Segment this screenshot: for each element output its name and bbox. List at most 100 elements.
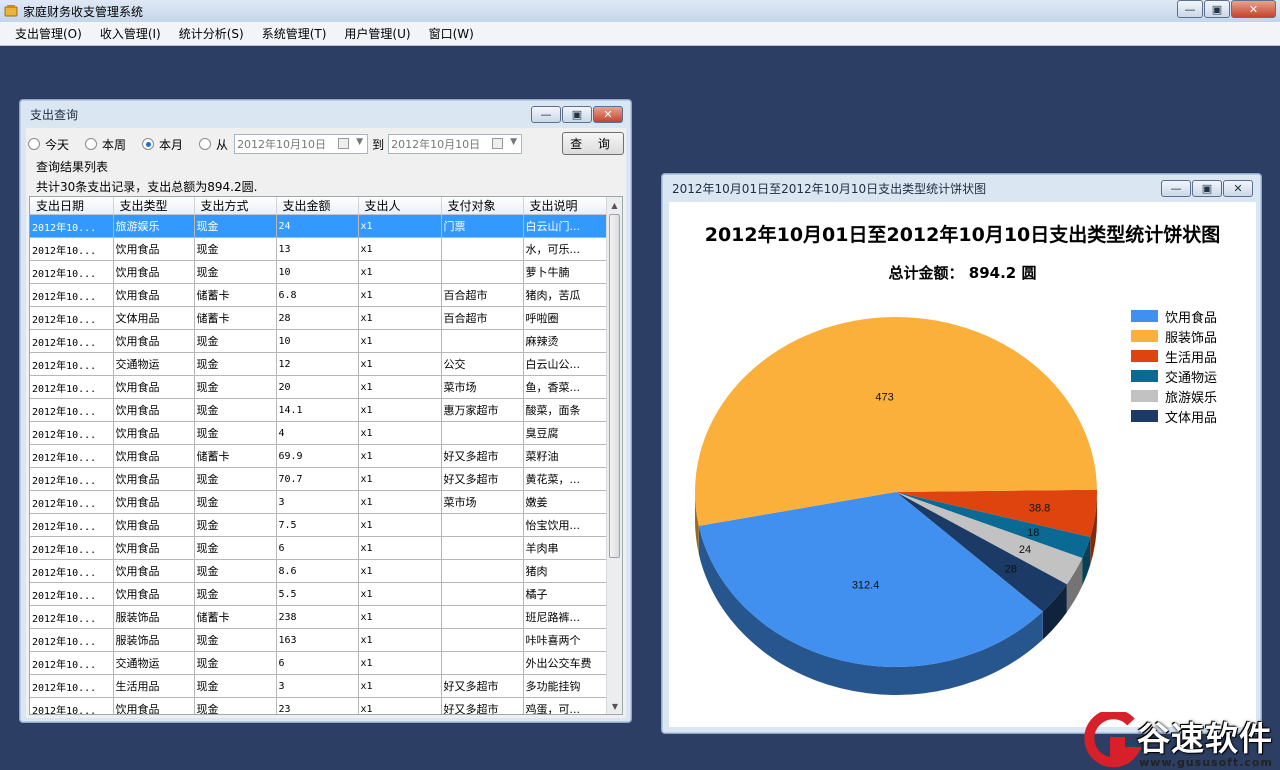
- table-cell: 服装饰品: [113, 605, 195, 629]
- table-cell: x1: [358, 536, 442, 560]
- close-icon[interactable]: ✕: [593, 106, 623, 123]
- table-row[interactable]: 2012年10... 饮用食品 现金 10 x1 麻辣烫: [30, 329, 609, 353]
- menu-statistics[interactable]: 统计分析(S): [170, 25, 253, 42]
- table-cell: 嫩姜: [523, 490, 609, 514]
- scroll-up-icon[interactable]: ▲: [607, 197, 622, 213]
- column-header[interactable]: 支出方式: [194, 197, 277, 215]
- table-cell: x1: [358, 237, 442, 261]
- column-header[interactable]: 支出日期: [30, 197, 114, 215]
- table-row[interactable]: 2012年10... 饮用食品 现金 6 x1 羊肉串: [30, 536, 609, 560]
- calendar-icon: [492, 138, 504, 149]
- table-row[interactable]: 2012年10... 饮用食品 现金 10 x1 萝卜牛腩: [30, 260, 609, 284]
- table-scrollbar[interactable]: ▲ ▼: [606, 197, 622, 714]
- table-cell: x1: [358, 421, 442, 445]
- menu-system[interactable]: 系统管理(T): [253, 25, 336, 42]
- table-row[interactable]: 2012年10... 交通物运 现金 6 x1 外出公交车费: [30, 651, 609, 675]
- minimize-icon[interactable]: —: [531, 106, 561, 123]
- table-row[interactable]: 2012年10... 饮用食品 现金 8.6 x1 猪肉: [30, 559, 609, 583]
- table-cell: x1: [358, 260, 442, 284]
- table-cell: 2012年10...: [30, 490, 114, 514]
- table-cell: 2012年10...: [30, 237, 114, 261]
- table-row[interactable]: 2012年10... 旅游娱乐 现金 24 x1 门票 白云山门...: [30, 214, 609, 238]
- table-row[interactable]: 2012年10... 交通物运 现金 12 x1 公交 白云山公...: [30, 352, 609, 376]
- table-cell: 现金: [194, 421, 277, 445]
- table-row[interactable]: 2012年10... 饮用食品 储蓄卡 69.9 x1 好又多超市 菜籽油: [30, 444, 609, 468]
- table-cell: x1: [358, 306, 442, 330]
- table-row[interactable]: 2012年10... 饮用食品 现金 5.5 x1 橘子: [30, 582, 609, 606]
- table-cell: 10: [276, 329, 359, 353]
- table-cell: 黄花菜，...: [523, 467, 609, 491]
- close-icon[interactable]: ✕: [1223, 180, 1253, 197]
- table-cell: x1: [358, 628, 442, 652]
- table-cell: 3: [276, 674, 359, 698]
- table-row[interactable]: 2012年10... 饮用食品 现金 70.7 x1 好又多超市 黄花菜，...: [30, 467, 609, 491]
- radio-this-month[interactable]: 本月: [142, 136, 183, 153]
- table-cell: 饮用食品: [113, 421, 195, 445]
- date-to-picker[interactable]: 2012年10月10日 ▼: [388, 134, 523, 154]
- minimize-icon[interactable]: —: [1177, 0, 1203, 18]
- table-row[interactable]: 2012年10... 饮用食品 现金 4 x1 臭豆腐: [30, 421, 609, 445]
- table-cell: 2012年10...: [30, 605, 114, 629]
- table-cell: [441, 260, 524, 284]
- menu-income[interactable]: 收入管理(I): [91, 25, 170, 42]
- table-row[interactable]: 2012年10... 服装饰品 现金 163 x1 咔咔喜两个: [30, 628, 609, 652]
- table-cell: 2012年10...: [30, 421, 114, 445]
- column-header[interactable]: 支出说明: [523, 197, 609, 215]
- table-row[interactable]: 2012年10... 饮用食品 储蓄卡 6.8 x1 百合超市 猪肉，苦瓜: [30, 283, 609, 307]
- column-header[interactable]: 支出金额: [276, 197, 359, 215]
- table-cell: 饮用食品: [113, 260, 195, 284]
- table-cell: x1: [358, 697, 442, 714]
- table-cell: x1: [358, 674, 442, 698]
- table-row[interactable]: 2012年10... 生活用品 现金 3 x1 好又多超市 多功能挂钩: [30, 674, 609, 698]
- legend-item: 服装饰品: [1131, 326, 1217, 346]
- menu-expense[interactable]: 支出管理(O): [6, 25, 91, 42]
- radio-today[interactable]: 今天: [28, 136, 69, 153]
- table-cell: x1: [358, 375, 442, 399]
- restore-icon[interactable]: ▣: [1204, 0, 1230, 18]
- menu-window[interactable]: 窗口(W): [420, 25, 483, 42]
- table-cell: 好又多超市: [441, 674, 524, 698]
- restore-icon[interactable]: ▣: [562, 106, 592, 123]
- query-button[interactable]: 查 询: [562, 132, 624, 155]
- scroll-down-icon[interactable]: ▼: [607, 698, 622, 714]
- table-row[interactable]: 2012年10... 饮用食品 现金 13 x1 水，可乐...: [30, 237, 609, 261]
- table-cell: 现金: [194, 582, 277, 606]
- radio-from[interactable]: 从: [199, 136, 228, 153]
- table-cell: 现金: [194, 513, 277, 537]
- table-row[interactable]: 2012年10... 服装饰品 储蓄卡 238 x1 班尼路裤...: [30, 605, 609, 629]
- expense-table[interactable]: 支出日期 支出类型 支出方式 支出金额 支出人 支付对象 支出说明 2012年10... 旅游…: [29, 196, 623, 715]
- menu-user[interactable]: 用户管理(U): [335, 25, 419, 42]
- watermark-url: www.gususoft.com: [1139, 756, 1273, 769]
- table-cell: 70.7: [276, 467, 359, 491]
- chevron-down-icon: ▼: [510, 137, 518, 147]
- table-cell: 饮用食品: [113, 237, 195, 261]
- table-cell: 6: [276, 651, 359, 675]
- table-cell: 20: [276, 375, 359, 399]
- table-row[interactable]: 2012年10... 饮用食品 现金 20 x1 菜市场 鱼，香菜...: [30, 375, 609, 399]
- minimize-icon[interactable]: —: [1161, 180, 1191, 197]
- date-from-picker[interactable]: 2012年10月10日 ▼: [234, 134, 369, 154]
- table-row[interactable]: 2012年10... 饮用食品 现金 3 x1 菜市场 嫩姜: [30, 490, 609, 514]
- legend-item: 旅游娱乐: [1131, 386, 1217, 406]
- table-cell: x1: [358, 582, 442, 606]
- close-icon[interactable]: ✕: [1231, 0, 1276, 18]
- table-cell: 猪肉，苦瓜: [523, 283, 609, 307]
- table-row[interactable]: 2012年10... 饮用食品 现金 23 x1 好又多超市 鸡蛋，可...: [30, 697, 609, 714]
- restore-icon[interactable]: ▣: [1192, 180, 1222, 197]
- table-row[interactable]: 2012年10... 饮用食品 现金 7.5 x1 怡宝饮用...: [30, 513, 609, 537]
- legend-item: 生活用品: [1131, 346, 1217, 366]
- column-header[interactable]: 支付对象: [441, 197, 524, 215]
- table-cell: x1: [358, 605, 442, 629]
- column-header[interactable]: 支出类型: [113, 197, 195, 215]
- radio-this-week[interactable]: 本周: [85, 136, 126, 153]
- chevron-down-icon: ▼: [356, 137, 364, 147]
- table-cell: 好又多超市: [441, 467, 524, 491]
- table-cell: [441, 513, 524, 537]
- table-cell: 现金: [194, 467, 277, 491]
- scroll-thumb[interactable]: [609, 214, 620, 558]
- table-cell: [441, 651, 524, 675]
- table-cell: 白云山门...: [523, 214, 609, 238]
- column-header[interactable]: 支出人: [358, 197, 442, 215]
- table-row[interactable]: 2012年10... 饮用食品 现金 14.1 x1 惠万家超市 酸菜，面条: [30, 398, 609, 422]
- table-row[interactable]: 2012年10... 文体用品 储蓄卡 28 x1 百合超市 呼啦圈: [30, 306, 609, 330]
